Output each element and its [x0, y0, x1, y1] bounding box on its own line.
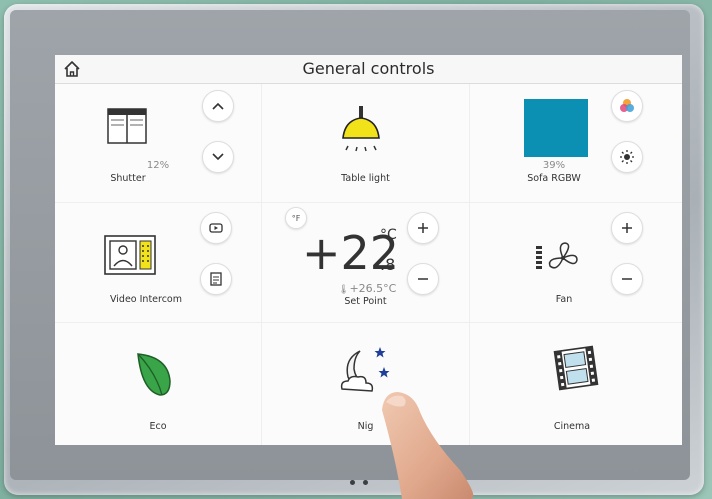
page-dot-1[interactable] — [350, 480, 355, 485]
finger-photo — [382, 392, 474, 499]
page-dot-2[interactable] — [363, 480, 368, 485]
